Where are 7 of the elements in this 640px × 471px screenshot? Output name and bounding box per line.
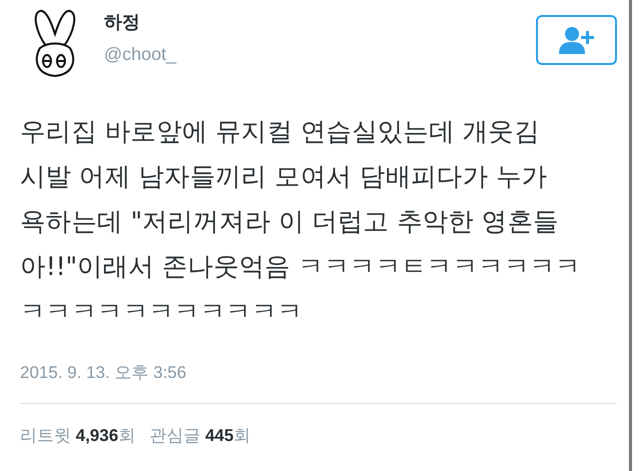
tweet-stats: 리트윗 4,936회 관심글 445회 [19, 425, 252, 447]
tweet-timestamp: 2015. 9. 13. 오후 3:56 [19, 362, 188, 384]
follow-button[interactable] [536, 15, 617, 65]
display-name: 하정 [104, 11, 141, 34]
add-user-icon [556, 25, 596, 55]
user-handle: @choot_ [104, 44, 176, 65]
tweet-text: 우리집 바로앞에 뮤지컬 연습실있는데 개웃김 시발 어제 남자들끼리 모여서 담배피다가 누가 욕하는데 "저리꺼져라 이 더럽고 추악한 영혼들 아!!"이래서 존나웃억음 ㅋㅋㅋㅋㅌㅋㅋㅋㅋㅋㅋ ㅋㅋㅋㅋㅋㅋㅋㅋㅋㅋㅋ [19, 116, 582, 329]
